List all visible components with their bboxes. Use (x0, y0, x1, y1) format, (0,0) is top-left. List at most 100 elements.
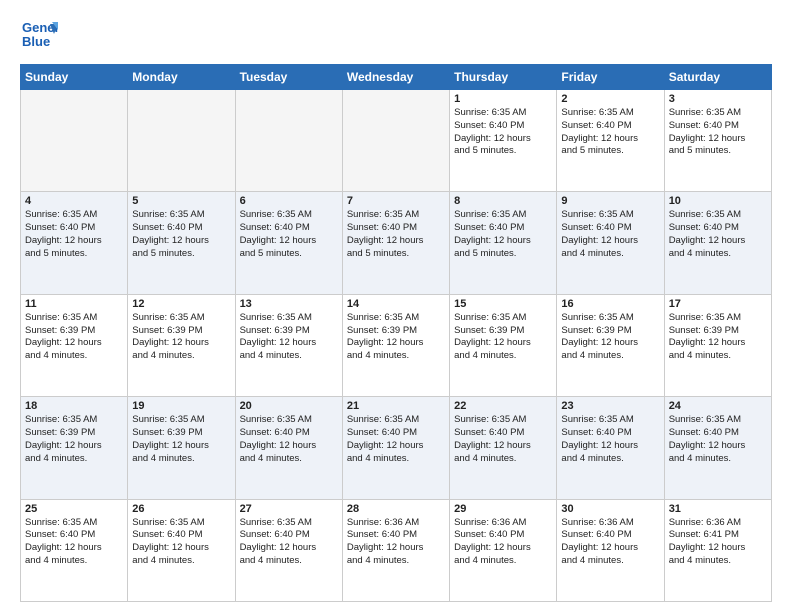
day-number: 9 (561, 195, 659, 207)
calendar-cell: 3 Sunrise: 6:35 AM Sunset: 6:40 PM Daylig… (664, 90, 771, 192)
calendar-cell: 17 Sunrise: 6:35 AM Sunset: 6:39 PM Dayli… (664, 294, 771, 396)
calendar-cell: 19Sunrise: 6:35 AM Sunset: 6:39 PM Dayli… (128, 397, 235, 499)
calendar-cell: 29Sunrise: 6:36 AM Sunset: 6:40 PM Dayli… (450, 499, 557, 601)
day-number: 11 (25, 298, 123, 310)
day-number: 13 (240, 298, 338, 310)
day-info: Sunrise: 6:35 AM Sunset: 6:39 PM Dayligh… (25, 312, 123, 363)
day-info: Sunrise: 6:35 AM Sunset: 6:40 PM Dayligh… (561, 414, 659, 465)
calendar-cell: 24Sunrise: 6:35 AM Sunset: 6:40 PM Dayli… (664, 397, 771, 499)
day-info: Sunrise: 6:35 AM Sunset: 6:39 PM Dayligh… (561, 312, 659, 363)
day-number: 26 (132, 503, 230, 515)
day-number: 30 (561, 503, 659, 515)
day-number: 7 (347, 195, 445, 207)
day-info: Sunrise: 6:35 AM Sunset: 6:39 PM Dayligh… (132, 312, 230, 363)
day-number: 3 (669, 93, 767, 105)
calendar-week-row: 11 Sunrise: 6:35 AM Sunset: 6:39 PM Dayli… (21, 294, 772, 396)
weekday-header: Wednesday (342, 65, 449, 90)
day-info: Sunrise: 6:36 AM Sunset: 6:40 PM Dayligh… (561, 517, 659, 568)
day-info: Sunrise: 6:35 AM Sunset: 6:39 PM Dayligh… (454, 312, 552, 363)
calendar-week-row: 4 Sunrise: 6:35 AM Sunset: 6:40 PM Daylig… (21, 192, 772, 294)
calendar-cell: 30 Sunrise: 6:36 AM Sunset: 6:40 PM Dayli… (557, 499, 664, 601)
calendar-cell: 20Sunrise: 6:35 AM Sunset: 6:40 PM Dayli… (235, 397, 342, 499)
calendar-cell: 16 Sunrise: 6:35 AM Sunset: 6:39 PM Dayli… (557, 294, 664, 396)
weekday-header: Monday (128, 65, 235, 90)
svg-text:Blue: Blue (22, 34, 50, 49)
day-info: Sunrise: 6:35 AM Sunset: 6:40 PM Dayligh… (347, 414, 445, 465)
day-number: 8 (454, 195, 552, 207)
calendar-week-row: 25 Sunrise: 6:35 AM Sunset: 6:40 PM Dayli… (21, 499, 772, 601)
day-number: 16 (561, 298, 659, 310)
weekday-header: Sunday (21, 65, 128, 90)
calendar-cell: 7 Sunrise: 6:35 AM Sunset: 6:40 PM Daylig… (342, 192, 449, 294)
calendar-cell: 18 Sunrise: 6:35 AM Sunset: 6:39 PM Dayli… (21, 397, 128, 499)
calendar-cell: 23 Sunrise: 6:35 AM Sunset: 6:40 PM Dayli… (557, 397, 664, 499)
calendar-cell: 1 Sunrise: 6:35 AM Sunset: 6:40 PM Daylig… (450, 90, 557, 192)
day-number: 1 (454, 93, 552, 105)
calendar-cell: 12Sunrise: 6:35 AM Sunset: 6:39 PM Dayli… (128, 294, 235, 396)
day-number: 6 (240, 195, 338, 207)
day-number: 29 (454, 503, 552, 515)
day-number: 4 (25, 195, 123, 207)
calendar-cell (21, 90, 128, 192)
day-info: Sunrise: 6:35 AM Sunset: 6:40 PM Dayligh… (454, 209, 552, 260)
logo: General Blue (20, 16, 58, 54)
calendar-cell: 15 Sunrise: 6:35 AM Sunset: 6:39 PM Dayli… (450, 294, 557, 396)
day-number: 5 (132, 195, 230, 207)
day-info: Sunrise: 6:36 AM Sunset: 6:41 PM Dayligh… (669, 517, 767, 568)
day-info: Sunrise: 6:35 AM Sunset: 6:40 PM Dayligh… (25, 209, 123, 260)
calendar-cell: 6Sunrise: 6:35 AM Sunset: 6:40 PM Daylig… (235, 192, 342, 294)
day-number: 25 (25, 503, 123, 515)
day-info: Sunrise: 6:35 AM Sunset: 6:39 PM Dayligh… (25, 414, 123, 465)
day-number: 31 (669, 503, 767, 515)
day-info: Sunrise: 6:35 AM Sunset: 6:40 PM Dayligh… (454, 107, 552, 158)
day-info: Sunrise: 6:35 AM Sunset: 6:40 PM Dayligh… (132, 209, 230, 260)
day-number: 14 (347, 298, 445, 310)
calendar-cell: 25 Sunrise: 6:35 AM Sunset: 6:40 PM Dayli… (21, 499, 128, 601)
weekday-header: Thursday (450, 65, 557, 90)
day-number: 27 (240, 503, 338, 515)
page: General Blue SundayMondayTuesdayWednesda… (0, 0, 792, 612)
day-info: Sunrise: 6:35 AM Sunset: 6:39 PM Dayligh… (132, 414, 230, 465)
calendar-header-row: SundayMondayTuesdayWednesdayThursdayFrid… (21, 65, 772, 90)
logo-icon: General Blue (20, 16, 58, 54)
calendar-cell: 31 Sunrise: 6:36 AM Sunset: 6:41 PM Dayli… (664, 499, 771, 601)
day-number: 15 (454, 298, 552, 310)
day-number: 21 (347, 400, 445, 412)
day-info: Sunrise: 6:35 AM Sunset: 6:39 PM Dayligh… (669, 312, 767, 363)
calendar-cell: 14Sunrise: 6:35 AM Sunset: 6:39 PM Dayli… (342, 294, 449, 396)
calendar-cell: 10 Sunrise: 6:35 AM Sunset: 6:40 PM Dayli… (664, 192, 771, 294)
calendar-cell: 5 Sunrise: 6:35 AM Sunset: 6:40 PM Daylig… (128, 192, 235, 294)
day-info: Sunrise: 6:35 AM Sunset: 6:39 PM Dayligh… (240, 312, 338, 363)
calendar-cell: 28 Sunrise: 6:36 AM Sunset: 6:40 PM Dayli… (342, 499, 449, 601)
day-number: 17 (669, 298, 767, 310)
day-number: 24 (669, 400, 767, 412)
day-number: 23 (561, 400, 659, 412)
day-info: Sunrise: 6:36 AM Sunset: 6:40 PM Dayligh… (347, 517, 445, 568)
day-number: 18 (25, 400, 123, 412)
day-number: 10 (669, 195, 767, 207)
day-info: Sunrise: 6:35 AM Sunset: 6:40 PM Dayligh… (454, 414, 552, 465)
day-number: 28 (347, 503, 445, 515)
calendar-cell: 21 Sunrise: 6:35 AM Sunset: 6:40 PM Dayli… (342, 397, 449, 499)
day-info: Sunrise: 6:35 AM Sunset: 6:40 PM Dayligh… (240, 517, 338, 568)
day-info: Sunrise: 6:35 AM Sunset: 6:40 PM Dayligh… (561, 107, 659, 158)
day-info: Sunrise: 6:35 AM Sunset: 6:40 PM Dayligh… (25, 517, 123, 568)
calendar-table: SundayMondayTuesdayWednesdayThursdayFrid… (20, 64, 772, 602)
day-info: Sunrise: 6:35 AM Sunset: 6:40 PM Dayligh… (669, 209, 767, 260)
calendar-cell: 26 Sunrise: 6:35 AM Sunset: 6:40 PM Dayli… (128, 499, 235, 601)
day-info: Sunrise: 6:35 AM Sunset: 6:40 PM Dayligh… (240, 414, 338, 465)
day-info: Sunrise: 6:35 AM Sunset: 6:40 PM Dayligh… (561, 209, 659, 260)
calendar-cell: 27 Sunrise: 6:35 AM Sunset: 6:40 PM Dayli… (235, 499, 342, 601)
weekday-header: Tuesday (235, 65, 342, 90)
calendar-cell: 9 Sunrise: 6:35 AM Sunset: 6:40 PM Daylig… (557, 192, 664, 294)
day-number: 22 (454, 400, 552, 412)
weekday-header: Saturday (664, 65, 771, 90)
day-info: Sunrise: 6:35 AM Sunset: 6:40 PM Dayligh… (669, 107, 767, 158)
calendar-cell (235, 90, 342, 192)
day-info: Sunrise: 6:35 AM Sunset: 6:40 PM Dayligh… (347, 209, 445, 260)
calendar-cell: 22 Sunrise: 6:35 AM Sunset: 6:40 PM Dayli… (450, 397, 557, 499)
calendar-cell (342, 90, 449, 192)
calendar-cell (128, 90, 235, 192)
calendar-cell: 13 Sunrise: 6:35 AM Sunset: 6:39 PM Dayli… (235, 294, 342, 396)
day-info: Sunrise: 6:35 AM Sunset: 6:40 PM Dayligh… (132, 517, 230, 568)
